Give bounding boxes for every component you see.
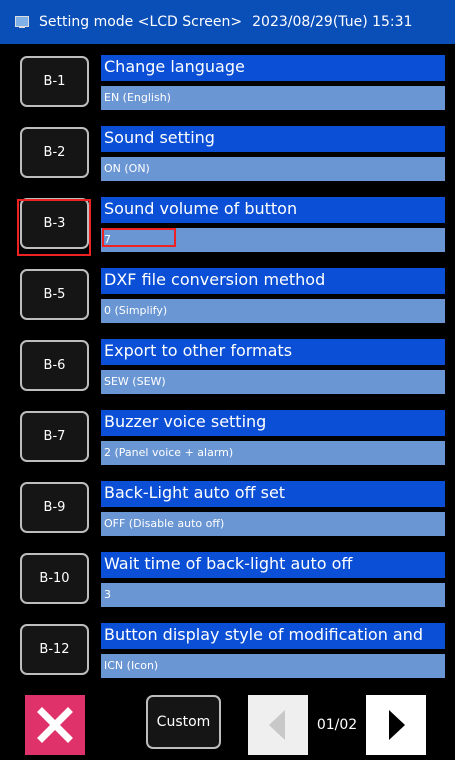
close-icon	[37, 707, 73, 743]
setting-row-b5: B-5 DXF file conversion method 0 (Simpli…	[0, 261, 455, 325]
title-bar: Setting mode <LCD Screen> 2023/08/29(Tue…	[0, 0, 455, 44]
setting-value[interactable]: 2 (Panel voice + alarm)	[101, 441, 445, 465]
setting-value[interactable]: ICN (Icon)	[101, 654, 445, 678]
setting-value[interactable]: 0 (Simplify)	[101, 299, 445, 323]
setting-code-button[interactable]: B-3	[20, 198, 89, 249]
setting-row-b10: B-10 Wait time of back-light auto off 3	[0, 545, 455, 609]
setting-value[interactable]: 3	[101, 583, 445, 607]
left-arrow-icon	[269, 710, 285, 740]
setting-title[interactable]: Wait time of back-light auto off	[101, 552, 445, 578]
setting-title[interactable]: Export to other formats	[101, 339, 445, 365]
setting-row-b2: B-2 Sound setting ON (ON)	[0, 119, 455, 183]
page-indicator: 01/02	[316, 717, 358, 733]
setting-row-b9: B-9 Back-Light auto off set OFF (Disable…	[0, 474, 455, 538]
setting-title[interactable]: Back-Light auto off set	[101, 481, 445, 507]
setting-title[interactable]: Change language	[101, 55, 445, 81]
next-page-button[interactable]	[366, 695, 426, 755]
date-time: 2023/08/29(Tue) 15:31	[252, 14, 413, 30]
setting-row-b7: B-7 Buzzer voice setting 2 (Panel voice …	[0, 403, 455, 467]
setting-value[interactable]: 7	[101, 228, 445, 252]
setting-code-button[interactable]: B-7	[20, 411, 89, 462]
custom-button[interactable]: Custom	[146, 695, 221, 749]
setting-title[interactable]: DXF file conversion method	[101, 268, 445, 294]
prev-page-button[interactable]	[248, 695, 308, 755]
setting-code-button[interactable]: B-2	[20, 127, 89, 178]
setting-code-button[interactable]: B-9	[20, 482, 89, 533]
setting-value[interactable]: SEW (SEW)	[101, 370, 445, 394]
setting-code-button[interactable]: B-1	[20, 56, 89, 107]
setting-row-b1: B-1 Change language EN (English)	[0, 48, 455, 112]
setting-code-button[interactable]: B-12	[20, 624, 89, 675]
setting-title[interactable]: Sound setting	[101, 126, 445, 152]
monitor-icon	[15, 15, 29, 29]
setting-value[interactable]: EN (English)	[101, 86, 445, 110]
screen-title: Setting mode <LCD Screen>	[39, 14, 243, 30]
setting-row-b12: B-12 Button display style of modificatio…	[0, 616, 455, 680]
setting-code-button[interactable]: B-5	[20, 269, 89, 320]
setting-row-b6: B-6 Export to other formats SEW (SEW)	[0, 332, 455, 396]
setting-title[interactable]: Buzzer voice setting	[101, 410, 445, 436]
setting-code-button[interactable]: B-10	[20, 553, 89, 604]
close-button[interactable]	[25, 695, 85, 755]
setting-code-button[interactable]: B-6	[20, 340, 89, 391]
setting-title[interactable]: Sound volume of button	[101, 197, 445, 223]
footer-bar: Custom 01/02	[0, 690, 455, 760]
lcd-screen: Setting mode <LCD Screen> 2023/08/29(Tue…	[0, 0, 455, 760]
setting-value[interactable]: OFF (Disable auto off)	[101, 512, 445, 536]
setting-title[interactable]: Button display style of modification and	[101, 623, 445, 649]
right-arrow-icon	[389, 710, 405, 740]
setting-row-b3: B-3 Sound volume of button 7	[0, 190, 455, 254]
setting-value[interactable]: ON (ON)	[101, 157, 445, 181]
